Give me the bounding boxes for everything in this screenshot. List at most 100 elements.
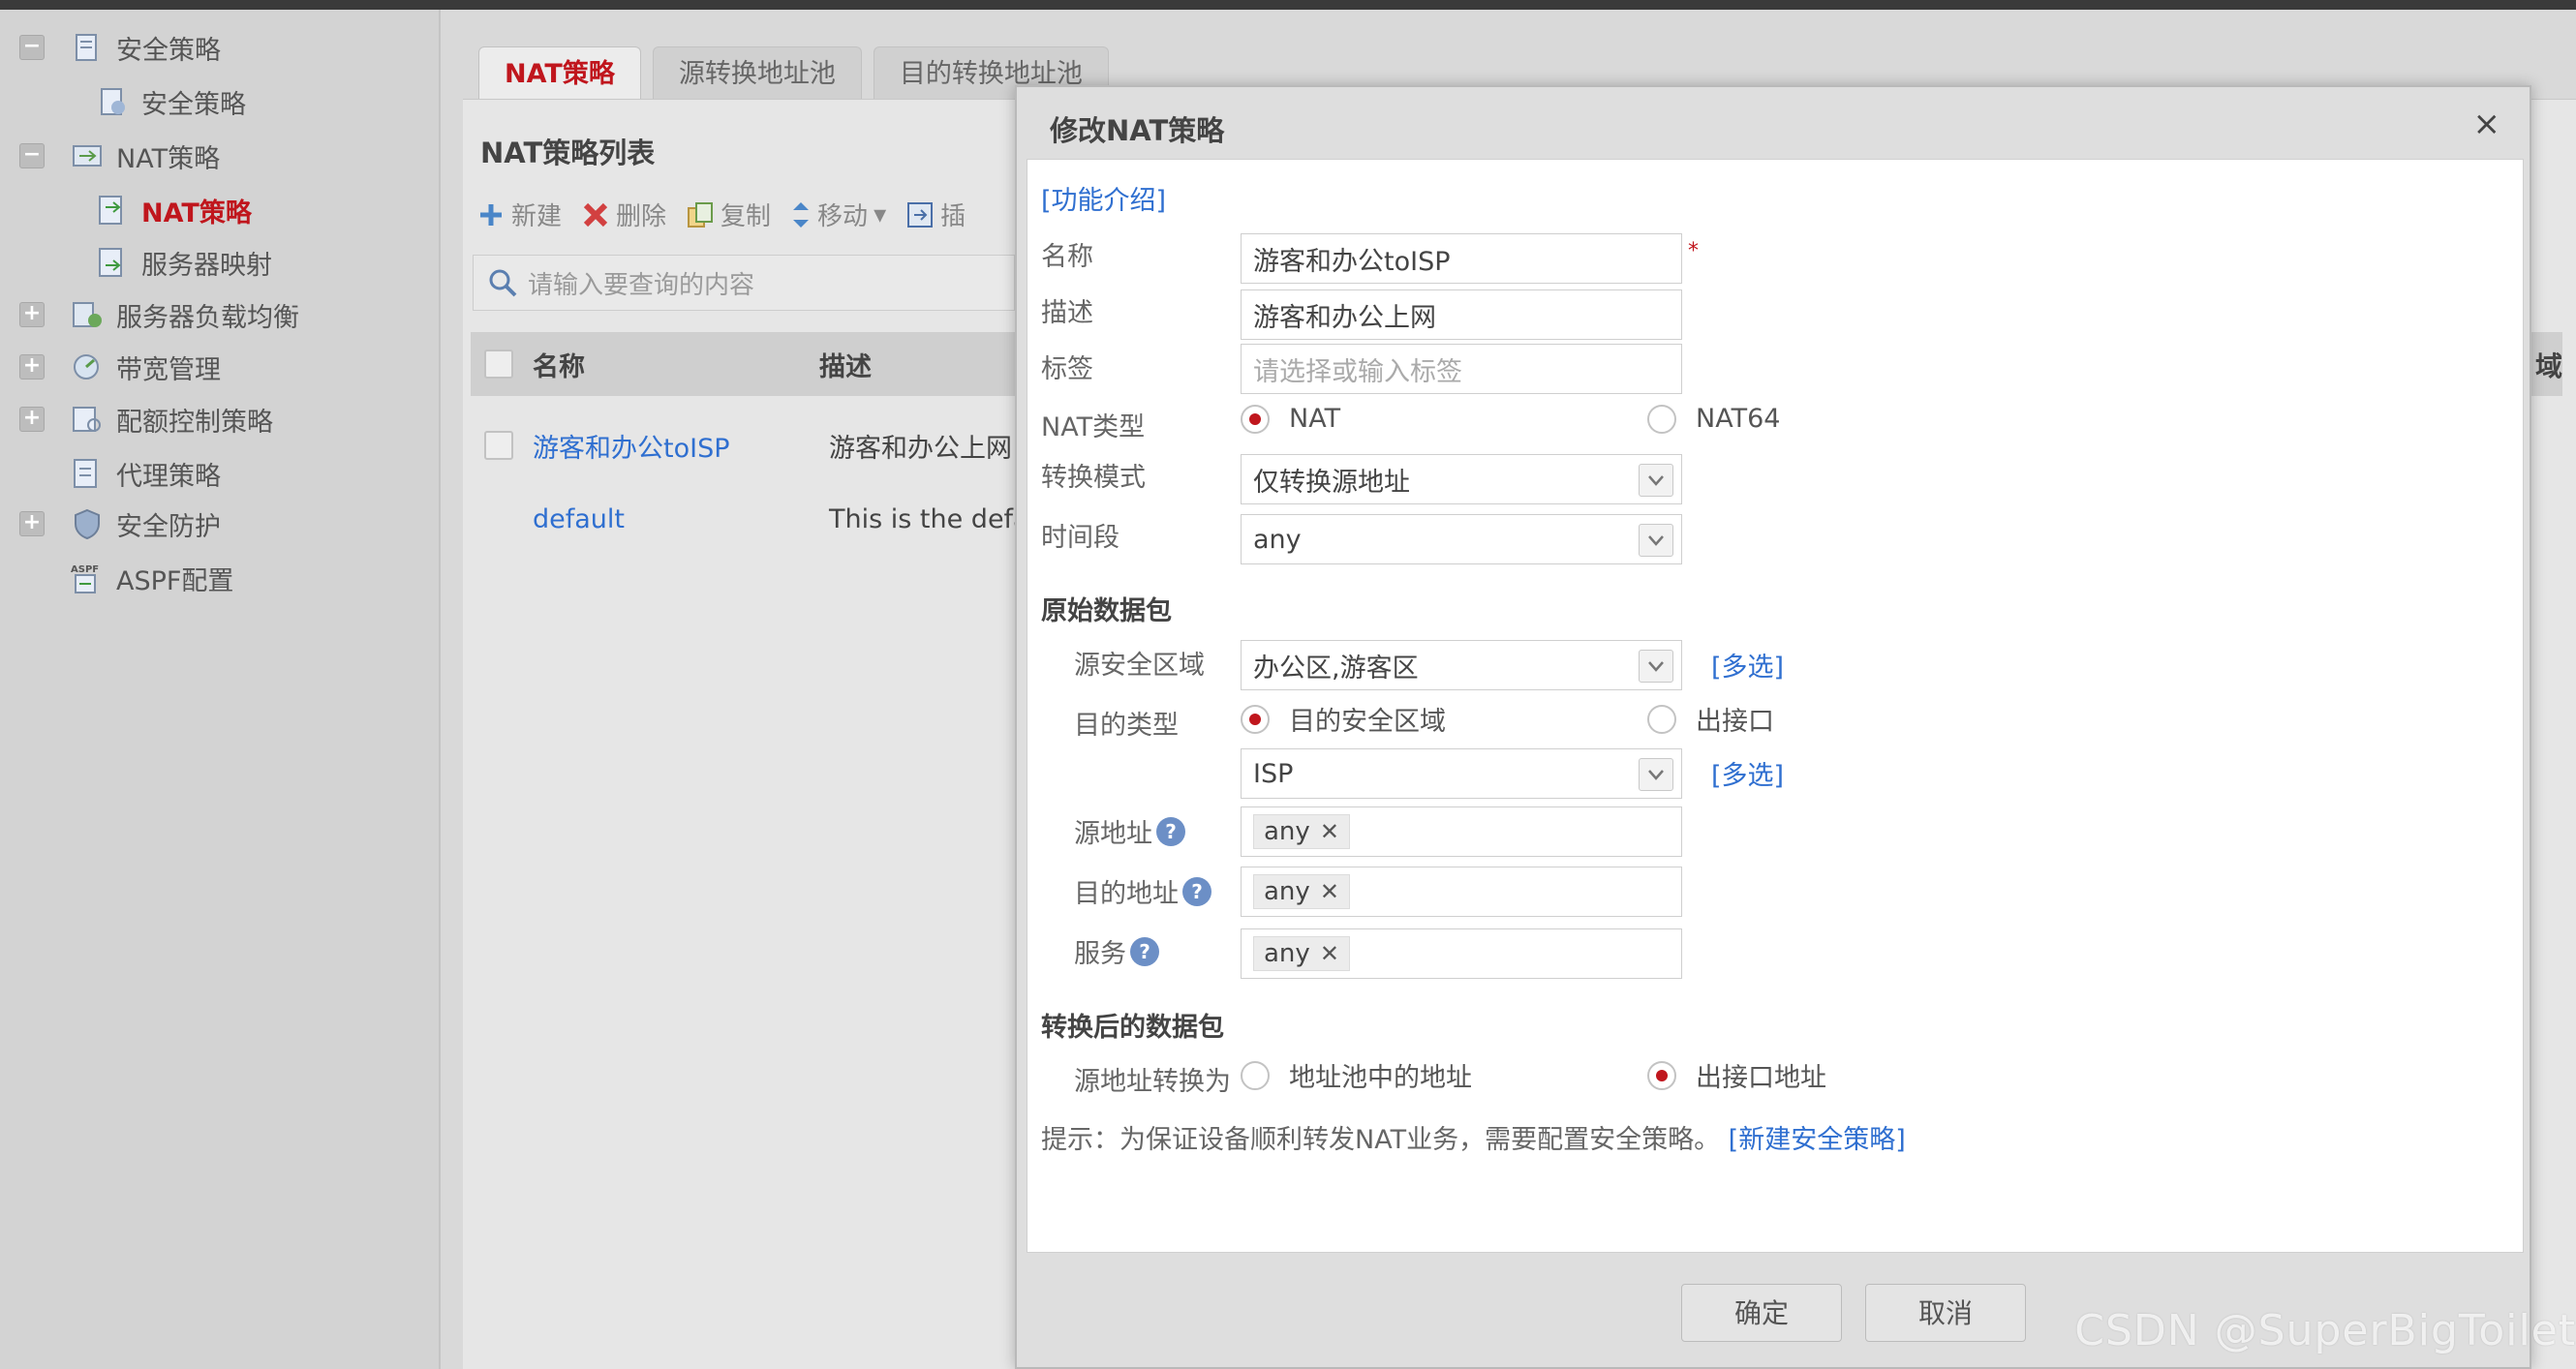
move-button[interactable]: 移动 ▾ [790,197,886,232]
radio-unchecked-icon[interactable] [1647,704,1676,734]
copy-button[interactable]: 复制 [686,197,771,232]
collapse-icon[interactable]: − [19,143,45,168]
tree-item-nat-policy-group[interactable]: − NAT策略 [19,134,220,178]
src-zone-select[interactable]: 办公区,游客区 [1241,640,1682,690]
policy-name-link[interactable]: default [533,504,829,534]
help-icon[interactable]: ? [1130,936,1159,966]
delete-button[interactable]: 删除 [581,197,666,232]
desc-field[interactable]: 游客和办公上网 [1241,289,1682,340]
dst-addr-field[interactable]: any ✕ [1241,867,1682,917]
row-checkbox[interactable] [484,431,513,460]
radio-unchecked-icon[interactable] [1241,1060,1270,1090]
tree-item-nat-policy[interactable]: NAT策略 [95,188,252,232]
select-all-checkbox[interactable] [484,350,513,379]
expand-icon[interactable]: + [19,302,45,327]
expand-icon[interactable]: + [19,407,45,432]
search-input[interactable]: 请输入要查询的内容 [473,255,1015,311]
radio-nat[interactable]: NAT [1241,404,1340,434]
mode-value: 仅转换源地址 [1253,467,1410,498]
remove-icon[interactable]: ✕ [1320,940,1339,967]
tree-item-server-mapping[interactable]: 服务器映射 [95,240,272,285]
radio-pool-address[interactable]: 地址池中的地址 [1241,1056,1472,1094]
tree-label: 安全防护 [116,511,221,542]
tree-label: 服务器负载均衡 [116,302,299,333]
tab-nat-policy[interactable]: NAT策略 [478,46,641,101]
dst-zone-select[interactable]: ISP [1241,748,1682,799]
copy-icon [688,201,714,228]
chevron-down-icon[interactable] [1639,758,1673,791]
radio-nat64[interactable]: NAT64 [1647,404,1780,434]
mode-select[interactable]: 仅转换源地址 [1241,454,1682,504]
remove-icon[interactable]: ✕ [1320,818,1339,845]
tree-item-security-policy-group[interactable]: − 安全策略 [19,25,221,70]
dialog-title: 修改NAT策略 [1050,114,1225,147]
radio-dst-zone[interactable]: 目的安全区域 [1241,700,1446,738]
tag-field[interactable]: 请选择或输入标签 [1241,344,1682,394]
policy-icon [95,84,130,119]
dst-addr-label: 目的地址 ? [1074,872,1211,910]
radio-nat-label: NAT [1289,404,1341,434]
intro-link[interactable]: [功能介绍] [1041,179,1166,217]
close-icon[interactable]: × [2473,105,2501,143]
radio-nat64-label: NAT64 [1696,404,1781,434]
load-balance-icon [70,297,105,332]
policy-name-link[interactable]: 游客和办公toISP [533,427,829,465]
tree-item-server-load-balancing[interactable]: + 服务器负载均衡 [19,292,299,337]
chevron-down-icon[interactable] [1639,650,1673,683]
shield-icon [70,506,105,541]
help-icon[interactable]: ? [1156,816,1185,846]
insert-button[interactable]: 插 [905,197,966,232]
delete-label: 删除 [616,202,667,231]
src-zone-multi-select-link[interactable]: [多选] [1711,646,1784,684]
help-icon[interactable]: ? [1182,876,1211,906]
expand-icon[interactable]: + [19,511,45,536]
tree-item-aspf[interactable]: ASPF ASPF配置 [70,556,233,600]
radio-pool-address-label: 地址池中的地址 [1289,1063,1472,1093]
src-addr-field[interactable]: any ✕ [1241,806,1682,857]
time-select[interactable]: any [1241,514,1682,564]
radio-dst-zone-label: 目的安全区域 [1289,707,1446,737]
time-label: 时间段 [1041,523,1119,553]
tree-item-bandwidth[interactable]: + 带宽管理 [19,345,221,389]
dst-zone-multi-select-link[interactable]: [多选] [1711,754,1784,792]
radio-out-interface-address[interactable]: 出接口地址 [1647,1056,1826,1094]
panel-title: NAT策略列表 [480,137,656,169]
tree-item-quota-control[interactable]: + 配额控制策略 [19,397,273,441]
tree-item-proxy-policy[interactable]: 代理策略 [70,451,221,496]
document-icon [70,30,105,65]
chevron-down-icon[interactable] [1639,524,1673,557]
policy-desc: This is the defa [829,503,1029,534]
radio-unchecked-icon[interactable] [1647,404,1676,434]
radio-checked-icon[interactable] [1241,704,1270,734]
radio-checked-icon[interactable] [1241,404,1270,434]
expand-icon[interactable]: + [19,354,45,380]
tab-source-pool[interactable]: 源转换地址池 [652,46,862,101]
required-marker: * [1688,239,1699,263]
ok-button[interactable]: 确定 [1681,1284,1842,1342]
chevron-down-icon[interactable] [1639,464,1673,497]
column-desc-header[interactable]: 描述 [819,346,872,383]
radio-checked-icon[interactable] [1647,1060,1676,1090]
tree-label: 配额控制策略 [116,407,273,438]
delete-icon [583,202,608,227]
column-name-header[interactable]: 名称 [533,346,819,383]
collapse-icon[interactable]: − [19,35,45,60]
tree-label: NAT策略 [141,198,252,228]
new-security-policy-link[interactable]: [新建安全策略] [1729,1125,1906,1155]
bandwidth-icon [70,350,105,384]
aspf-icon: ASPF [70,561,105,595]
name-field[interactable]: 游客和办公toISP [1241,233,1682,284]
new-button[interactable]: 新建 [476,197,562,232]
tree-item-security-protection[interactable]: + 安全防护 [19,502,221,546]
tree-item-security-policy[interactable]: 安全策略 [95,79,246,124]
search-placeholder: 请输入要查询的内容 [528,270,755,300]
radio-out-interface[interactable]: 出接口 [1647,700,1774,738]
service-field[interactable]: any ✕ [1241,928,1682,979]
search-icon [489,269,517,297]
sidebar-tree: − 安全策略 安全策略 − NAT策略 NAT策略 服务器映射 + 服务器负载均… [0,10,441,1369]
hint-text: 提示：为保证设备顺利转发NAT业务，需要配置安全策略。 [新建安全策略] [1041,1118,1906,1156]
dst-zone-value: ISP [1253,758,1294,789]
remove-icon[interactable]: ✕ [1320,878,1339,905]
desc-label: 描述 [1041,298,1093,328]
cancel-button[interactable]: 取消 [1865,1284,2026,1342]
